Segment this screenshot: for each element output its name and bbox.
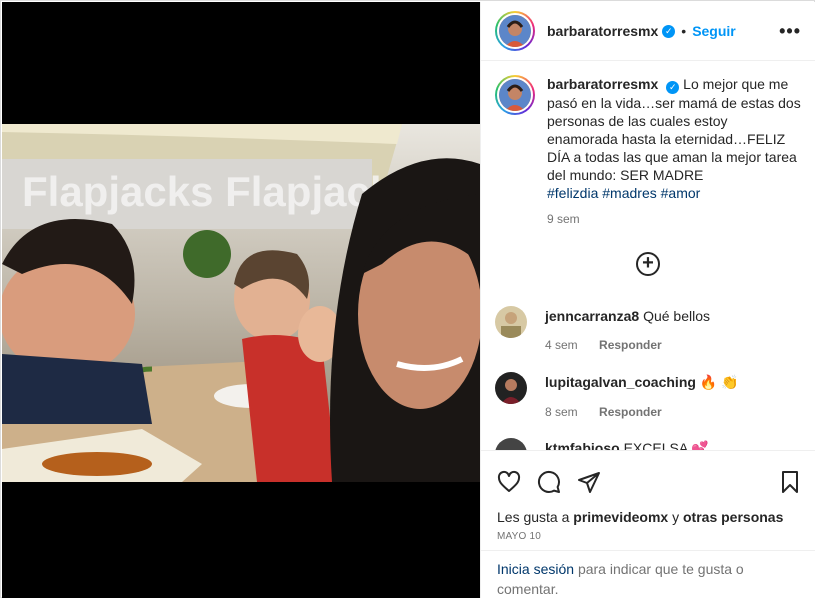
caption-avatar[interactable]	[495, 75, 535, 115]
avatar-image	[495, 372, 527, 404]
caption-time[interactable]: 9 sem	[547, 210, 802, 228]
follow-button[interactable]: Seguir	[692, 23, 736, 39]
login-link[interactable]: Inicia sesión	[497, 561, 574, 577]
load-more-comments-icon[interactable]: +	[636, 252, 660, 276]
hashtag-link[interactable]: #amor	[661, 185, 701, 201]
post-photo[interactable]: Flapjacks Flapjacks	[2, 124, 480, 482]
photo-sign-text: Flapjacks Flapjacks	[22, 168, 417, 215]
caption-text: barbaratorresmx ✓ Lo mejor que me pasó en…	[547, 75, 802, 228]
selfie-photo: Flapjacks Flapjacks	[2, 124, 480, 482]
reply-button[interactable]: Responder	[599, 405, 662, 419]
hashtag-link[interactable]: #felizdia	[547, 185, 598, 201]
share-icon[interactable]	[577, 470, 601, 494]
likes-connector: y	[672, 509, 680, 525]
comment-avatar[interactable]	[495, 372, 527, 404]
comment-username[interactable]: ktmfabioso	[545, 440, 620, 450]
login-prompt: Inicia sesión para indicar que te gusta …	[481, 550, 815, 607]
comment-icon[interactable]	[537, 470, 561, 494]
bookmark-icon[interactable]	[778, 470, 802, 494]
separator-dot: •	[681, 23, 687, 39]
heart-icon[interactable]	[497, 470, 521, 494]
comment-avatar[interactable]	[495, 306, 527, 338]
avatar-image	[495, 306, 527, 338]
comment-text: EXCELSA 💕	[623, 440, 709, 450]
comment-avatar[interactable]	[495, 438, 527, 450]
avatar[interactable]	[495, 11, 535, 51]
comment-item: jenncarranza8 Qué bellos 4 sem Responder	[495, 306, 710, 352]
comment-text: Qué bellos	[643, 308, 710, 324]
hashtag-link[interactable]: #madres	[602, 185, 656, 201]
caption: barbaratorresmx ✓ Lo mejor que me pasó en…	[481, 62, 815, 228]
avatar-image	[499, 15, 531, 47]
comments-list[interactable]: barbaratorresmx ✓ Lo mejor que me pasó en…	[481, 62, 815, 450]
comment-time[interactable]: 4 sem	[545, 338, 578, 352]
post-date[interactable]: MAYO 10	[481, 525, 815, 542]
avatar-image	[499, 79, 531, 111]
header-username[interactable]: barbaratorresmx	[547, 23, 658, 39]
likes-others-link[interactable]: otras personas	[683, 509, 783, 525]
post-media: Flapjacks Flapjacks	[2, 2, 480, 598]
comment-username[interactable]: lupitagalvan_coaching	[545, 374, 696, 390]
verified-icon: ✓	[666, 81, 680, 94]
post-dialog: Flapjacks Flapjacks barbaratorresmx ✓ • …	[0, 0, 815, 598]
comment-item: ktmfabioso EXCELSA 💕	[495, 438, 709, 450]
post-header: barbaratorresmx ✓ • Seguir •••	[481, 2, 815, 61]
more-options-icon[interactable]: •••	[779, 21, 801, 42]
comment-item: lupitagalvan_coaching 🔥 👏 8 sem Responde…	[495, 372, 739, 419]
comment-username[interactable]: jenncarranza8	[545, 308, 639, 324]
verified-icon: ✓	[662, 24, 676, 38]
reply-button[interactable]: Responder	[599, 338, 662, 352]
action-bar: Les gusta a primevideomx y otras persona…	[481, 450, 815, 550]
comment-time[interactable]: 8 sem	[545, 405, 578, 419]
likes-text: Les gusta a primevideomx y otras persona…	[481, 501, 815, 525]
caption-username[interactable]: barbaratorresmx	[547, 76, 658, 92]
likes-user-link[interactable]: primevideomx	[573, 509, 668, 525]
likes-prefix: Les gusta a	[497, 509, 570, 525]
post-panel: barbaratorresmx ✓ • Seguir ••• barbarato…	[480, 2, 815, 598]
comment-text: 🔥 👏	[699, 374, 739, 390]
